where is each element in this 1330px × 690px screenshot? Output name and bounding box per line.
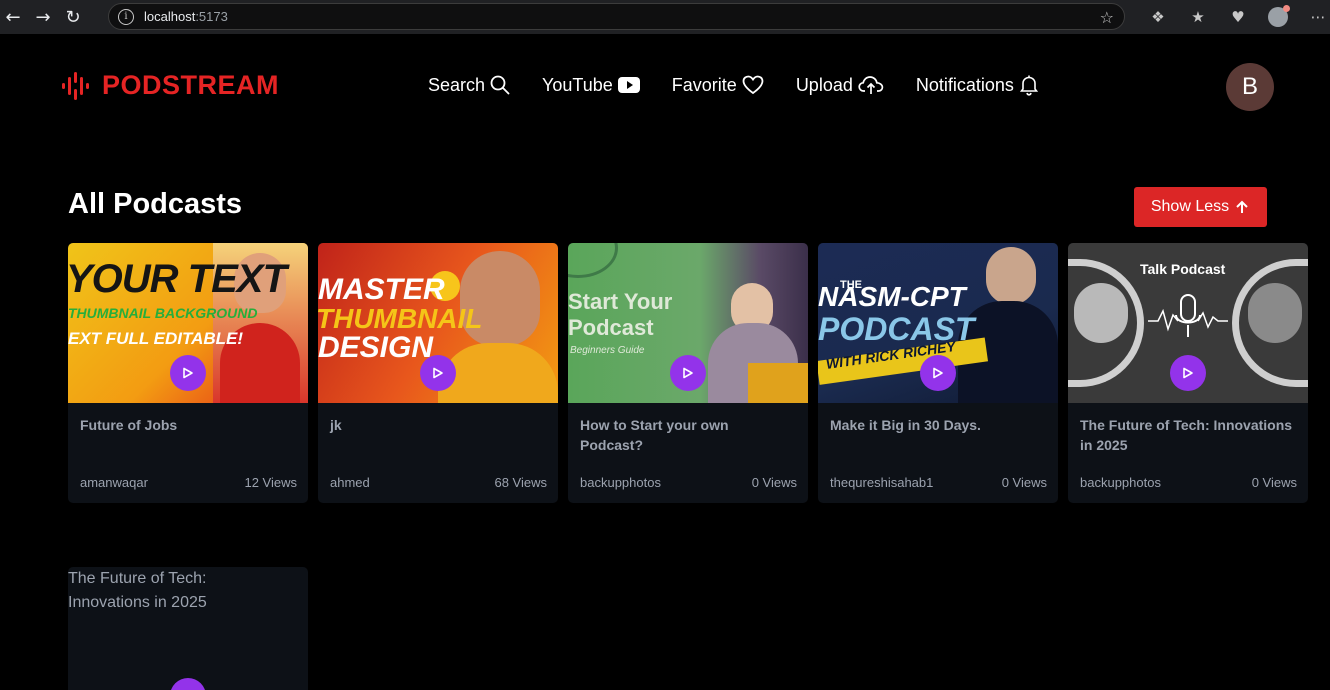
favorites-icon[interactable]: ★ [1178,8,1218,26]
main-nav: Search YouTube Favorite Upload Notificat… [428,74,1071,96]
cloud-upload-icon [858,76,884,94]
thumbnail-text: YOUR TEXT [68,257,287,301]
thumbnail-text: THUMBNAIL BACKGROUND [68,305,258,321]
nav-upload[interactable]: Upload [796,75,884,96]
play-icon [1183,367,1193,379]
podcast-author: thequreshisahab1 [830,475,934,490]
show-less-button[interactable]: Show Less [1134,187,1267,227]
play-button[interactable] [1170,355,1206,391]
play-icon [433,367,443,379]
arrow-up-icon [1236,200,1248,213]
heart-icon [742,75,764,95]
play-button[interactable] [420,355,456,391]
play-button[interactable] [170,355,206,391]
thumbnail-text: Start Your [568,289,673,314]
podcast-author: backupphotos [580,475,661,490]
play-icon [183,367,193,379]
podcast-card[interactable]: THE NASM-CPT PODCAST WITH RICK RICHEY Ma… [818,243,1058,503]
podcast-title[interactable]: How to Start your own Podcast? [580,415,795,455]
browser-profile-icon[interactable] [1268,5,1290,27]
thumbnail-text: Beginners Guide [570,345,645,356]
podcast-views: 0 Views [1251,475,1297,490]
nav-youtube-label: YouTube [542,74,613,95]
nav-search-label: Search [428,74,486,95]
thumbnail-text: NASM-CPT [818,281,966,312]
podcast-card[interactable]: Start Your Podcast Beginners Guide How t… [568,243,808,503]
podcast-title[interactable]: Future of Jobs [80,415,295,435]
play-button[interactable] [170,678,206,690]
thumbnail-text: Talk Podcast [1140,261,1226,277]
podcast-thumbnail: Talk Podcast [1068,243,1308,403]
podcast-card[interactable]: Talk Podcast The Future of Tech: Innovat… [1068,243,1308,503]
forward-icon[interactable]: → [32,6,54,28]
thumbnail-text: DESIGN [318,331,434,364]
podcast-title[interactable]: The Future of Tech: Innovations in 2025 [1080,415,1295,455]
thumbnail-text: Podcast [568,315,654,340]
podcast-wave-icon [62,71,89,100]
address-url[interactable]: localhost:5173 [144,9,228,24]
nav-youtube[interactable]: YouTube [542,75,640,96]
browser-toolbar: ← → ↻ i localhost:5173 ☆ ❖ ★ ♥ ⋯ [0,0,1330,34]
thumbnail-text: MASTER [318,273,445,306]
podcast-views: 0 Views [751,475,797,490]
podcast-views: 68 Views [494,475,547,490]
nav-upload-label: Upload [795,74,853,95]
bell-icon [1019,75,1039,96]
podcast-author: amanwaqar [80,475,148,490]
address-bar[interactable]: i localhost:5173 ☆ [108,3,1125,30]
browser-essentials-icon[interactable]: ♥ [1218,8,1258,26]
podcast-thumbnail: YOUR TEXT THUMBNAIL BACKGROUND EXT FULL … [68,243,308,403]
podcast-thumbnail: Start Your Podcast Beginners Guide [568,243,808,403]
brand-name: PODSTREAM [102,70,280,100]
brand-logo[interactable]: PODSTREAM [60,70,279,101]
extensions-icon[interactable]: ❖ [1138,8,1178,26]
podcast-card[interactable]: YOUR TEXT THUMBNAIL BACKGROUND EXT FULL … [68,243,308,503]
nav-favorite-label: Favorite [671,74,737,95]
podcast-author: ahmed [330,475,370,490]
section-title: All Podcasts [68,188,243,220]
back-icon[interactable]: ← [2,6,24,28]
avatar-initial: B [1241,73,1258,100]
play-button[interactable] [920,355,956,391]
podcast-author: backupphotos [1080,475,1161,490]
podcast-views: 0 Views [1001,475,1047,490]
podcast-views: 12 Views [244,475,297,490]
podcast-thumbnail: THE NASM-CPT PODCAST WITH RICK RICHEY [818,243,1058,403]
podcast-title[interactable]: Make it Big in 30 Days. [830,415,1045,435]
podcast-grid: YOUR TEXT THUMBNAIL BACKGROUND EXT FULL … [68,243,1308,503]
nav-search[interactable]: Search [428,75,510,96]
bookmark-star-icon[interactable]: ☆ [1100,8,1114,27]
more-menu-icon[interactable]: ⋯ [1298,8,1330,26]
podcast-card[interactable]: MASTER THUMBNAIL DESIGN jk ahmed 68 View… [318,243,558,503]
podcast-title[interactable]: jk [330,415,545,435]
search-icon [490,75,510,95]
nav-favorite[interactable]: Favorite [672,75,764,96]
site-info-icon[interactable]: i [118,8,134,25]
microphone-icon [1148,294,1228,337]
thumbnail-text: EXT FULL EDITABLE! [68,329,244,348]
podcast-thumbnail: MASTER THUMBNAIL DESIGN [318,243,558,403]
play-button[interactable] [670,355,706,391]
reload-icon[interactable]: ↻ [62,6,84,28]
broken-image-alt-text: The Future of Tech: Innovations in 2025 [68,570,207,611]
user-avatar[interactable]: B [1226,63,1274,111]
youtube-icon [617,77,640,93]
play-icon [933,367,943,379]
podcast-card[interactable]: The Future of Tech: Innovations in 2025 [68,567,308,690]
nav-notifications[interactable]: Notifications [916,74,1039,96]
play-icon [683,367,693,379]
nav-notifications-label: Notifications [915,74,1014,95]
show-less-label: Show Less [1150,198,1230,215]
